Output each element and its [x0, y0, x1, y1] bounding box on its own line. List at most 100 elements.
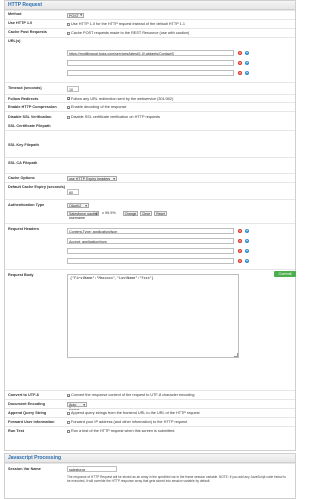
- follow-redirects-text: Follow any URL redirection sent by the w…: [71, 96, 174, 101]
- cache-post-option: Cache POST requests made to the REST Res…: [67, 31, 189, 35]
- add-header-4-icon[interactable]: +: [245, 259, 249, 263]
- cache-options-label: Cache Options: [8, 176, 35, 180]
- method-select[interactable]: POST: [67, 12, 84, 18]
- auth-type-select[interactable]: OAuth2: [67, 203, 89, 208]
- auth-reset-button[interactable]: Reset: [154, 211, 167, 216]
- compression-label: Enable HTTP Compression: [8, 105, 57, 109]
- ssl-ca-row: SSL CA Filepath: [5, 157, 295, 174]
- session-var-row: Session Var Name salesforce The response…: [5, 463, 295, 498]
- add-url-1-icon[interactable]: +: [245, 51, 249, 55]
- add-url-3-icon[interactable]: +: [245, 71, 249, 75]
- run-test-option: Run a test of the HTTP request when this…: [67, 429, 174, 433]
- append-qs-option: Append query strings from the frontend U…: [67, 411, 200, 415]
- utf8-label: Convert to UTF-8: [8, 393, 39, 397]
- body-text: {"FirstName":"Maxxxxx","LastName":"Fxxx"…: [70, 276, 154, 280]
- http-request-header: HTTP Request: [5, 1, 295, 10]
- header-input-1[interactable]: Content-Type: application/json: [67, 228, 234, 234]
- http10-checkbox[interactable]: [67, 22, 70, 26]
- run-test-row: Run Test Run a test of the HTTP request …: [5, 426, 295, 436]
- javascript-processing-header: Javascript Processing: [5, 454, 295, 463]
- auth-change-button[interactable]: Change: [123, 211, 138, 216]
- auth-percent: x 99.9%: [102, 211, 116, 215]
- remove-url-1-icon[interactable]: ×: [238, 51, 242, 55]
- http10-text: Use HTTP 1.0 for the HTTP request instea…: [71, 22, 185, 26]
- follow-redirects-option: Follow any URL redirection sent by the w…: [67, 97, 173, 101]
- urls-label: URL(s): [8, 39, 21, 43]
- compression-text: Enable decoding of the response: [71, 105, 127, 109]
- remove-header-1-icon[interactable]: ×: [238, 229, 242, 233]
- ssl-ca-label: SSL CA Filepath: [8, 161, 38, 165]
- headers-row: Request Headers Content-Type: applicatio…: [5, 223, 295, 270]
- ssl-key-row: SSL Key Filepath: [5, 130, 295, 158]
- ssl-key-label: SSL Key Filepath: [8, 143, 39, 147]
- forward-ip-label: Forward User Information: [8, 420, 55, 424]
- doc-encoding-label: Document Encoding: [8, 402, 45, 406]
- cache-expiry-label: Default Cache Expiry (seconds): [8, 185, 65, 189]
- auth-label: Authentication Type: [8, 203, 45, 207]
- url-input-3[interactable]: [67, 70, 234, 76]
- follow-redirects-label: Follow Redirects: [8, 97, 39, 101]
- forward-ip-checkbox[interactable]: [67, 420, 70, 424]
- cache-expiry-input[interactable]: 60: [67, 189, 79, 195]
- method-label: Method: [8, 12, 22, 16]
- compression-checkbox[interactable]: [67, 105, 70, 109]
- body-textarea[interactable]: {"FirstName":"Maxxxxx","LastName":"Fxxx"…: [67, 274, 239, 358]
- header-input-4[interactable]: [67, 258, 234, 264]
- ssl-verify-option: Disable SSL certificate verification on …: [67, 115, 160, 119]
- cache-post-checkbox[interactable]: [67, 31, 70, 35]
- http10-option: Use HTTP 1.0 for the HTTP request instea…: [67, 22, 185, 26]
- resize-handle[interactable]: [234, 353, 238, 357]
- run-test-text: Run a test of the HTTP request when this…: [71, 429, 175, 433]
- urls-row: URL(s) https://multilingual.foxia.com/se…: [5, 37, 295, 83]
- ssl-cert-label: SSL Certificate Filepath: [8, 124, 51, 128]
- add-header-1-icon[interactable]: +: [245, 229, 249, 233]
- auth-row: Authentication Type OAuth2 Salesforce oa…: [5, 199, 295, 224]
- url-input-1[interactable]: https://multilingual.foxia.com/services/…: [67, 50, 234, 56]
- header-input-2[interactable]: Accept: application/json: [67, 238, 234, 244]
- cache-expiry-row: Default Cache Expiry (seconds) 60: [5, 182, 295, 200]
- cache-post-text: Cache POST requests made to the REST Res…: [71, 31, 190, 35]
- remove-url-2-icon[interactable]: ×: [238, 61, 242, 65]
- url-input-2[interactable]: [67, 60, 234, 66]
- add-header-3-icon[interactable]: +: [245, 249, 249, 253]
- append-qs-checkbox[interactable]: [67, 411, 70, 415]
- ssl-verify-label: Disable SSL Verification: [8, 115, 52, 119]
- header-input-3[interactable]: [67, 248, 234, 254]
- utf8-option: Convert the response content of the requ…: [67, 393, 194, 397]
- http10-label: Use HTTP 1.0: [8, 21, 33, 25]
- auth-config-select[interactable]: Salesforce oauth2 username: [67, 211, 99, 220]
- body-label: Request Body: [8, 273, 34, 277]
- append-qs-label: Append Query String: [8, 411, 47, 415]
- session-var-input[interactable]: salesforce: [67, 466, 117, 472]
- cache-post-label: Cache Post Requests: [8, 30, 47, 34]
- remove-url-3-icon[interactable]: ×: [238, 71, 242, 75]
- doc-encoding-select[interactable]: Auto Detect: [67, 402, 87, 411]
- utf8-text: Convert the response content of the requ…: [71, 393, 195, 397]
- ssl-verify-row: Disable SSL Verification Disable SSL cer…: [5, 111, 295, 131]
- javascript-processing-panel: Javascript Processing Session Var Name s…: [4, 453, 296, 499]
- run-test-checkbox[interactable]: [67, 429, 70, 433]
- utf8-checkbox[interactable]: [67, 393, 70, 397]
- headers-label: Request Headers: [8, 227, 40, 231]
- remove-header-4-icon[interactable]: ×: [238, 259, 242, 263]
- follow-redirects-checkbox[interactable]: [67, 97, 70, 100]
- timeout-label: Timeout (seconds): [8, 86, 42, 90]
- ssl-verify-checkbox[interactable]: [67, 115, 70, 119]
- forward-ip-text: Forward your IP address (and other infor…: [71, 420, 188, 424]
- remove-header-2-icon[interactable]: ×: [238, 239, 242, 243]
- auth-clear-button[interactable]: Clear: [140, 211, 152, 216]
- append-qs-text: Append query strings from the frontend U…: [71, 411, 200, 415]
- commit-button[interactable]: Commit: [274, 271, 296, 277]
- add-header-2-icon[interactable]: +: [245, 239, 249, 243]
- ssl-verify-text: Disable SSL certificate verification on …: [71, 115, 161, 119]
- cache-options-select[interactable]: use HTTP Expiry headers: [67, 176, 117, 181]
- session-var-help: The response of HTTP Request will be sto…: [67, 475, 286, 483]
- compression-option: Enable decoding of the response: [67, 105, 127, 109]
- add-url-2-icon[interactable]: +: [245, 61, 249, 65]
- session-var-label: Session Var Name: [8, 467, 41, 471]
- forward-ip-option: Forward your IP address (and other infor…: [67, 420, 187, 424]
- run-test-label: Run Test: [8, 429, 24, 433]
- http-request-panel: HTTP Request Method POST Use HTTP 1.0 Us…: [4, 0, 296, 451]
- remove-header-3-icon[interactable]: ×: [238, 249, 242, 253]
- timeout-input[interactable]: 10: [67, 86, 79, 92]
